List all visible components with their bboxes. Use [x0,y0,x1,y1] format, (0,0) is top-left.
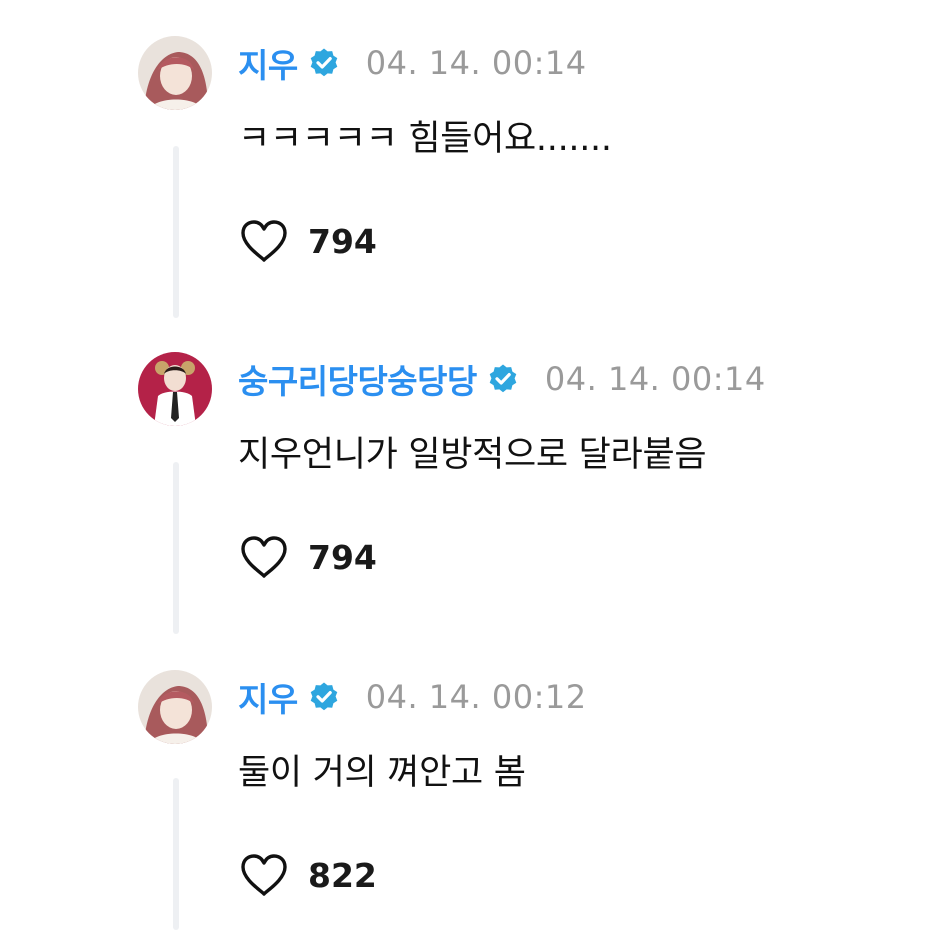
timestamp: 04. 14. 00:14 [365,44,587,82]
username[interactable]: 지우 [238,39,298,87]
avatar[interactable] [138,352,212,426]
like-count: 794 [308,537,377,577]
heart-outline-icon[interactable] [238,852,290,898]
verified-badge-icon [308,681,340,713]
like-count: 794 [308,221,377,261]
comment-text: 지우언니가 일방적으로 달라붙음 [238,435,707,475]
like-row: 794 [238,532,377,582]
username[interactable]: 지우 [238,673,298,721]
avatar[interactable] [138,670,212,744]
comment-header: 숭구리당당숭당당 04. 14. 00:14 [238,354,766,404]
heart-outline-icon[interactable] [238,218,290,264]
avatar[interactable] [138,36,212,110]
heart-outline-icon[interactable] [238,534,290,580]
comment-header: 지우 04. 14. 00:12 [238,672,587,722]
thread-line [173,462,179,634]
like-row: 794 [238,216,377,266]
like-count: 822 [308,855,377,895]
thread-line [173,778,179,930]
comment-text: 둘이 거의 껴안고 봄 [238,753,526,793]
comment-text: ㅋㅋㅋㅋㅋ 힘들어요....... [238,119,612,159]
timestamp: 04. 14. 00:14 [544,360,766,398]
timestamp: 04. 14. 00:12 [365,678,587,716]
verified-badge-icon [487,363,519,395]
like-row: 822 [238,850,377,900]
comment-header: 지우 04. 14. 00:14 [238,38,587,88]
username[interactable]: 숭구리당당숭당당 [238,355,477,403]
verified-badge-icon [308,47,340,79]
thread-line [173,146,179,318]
